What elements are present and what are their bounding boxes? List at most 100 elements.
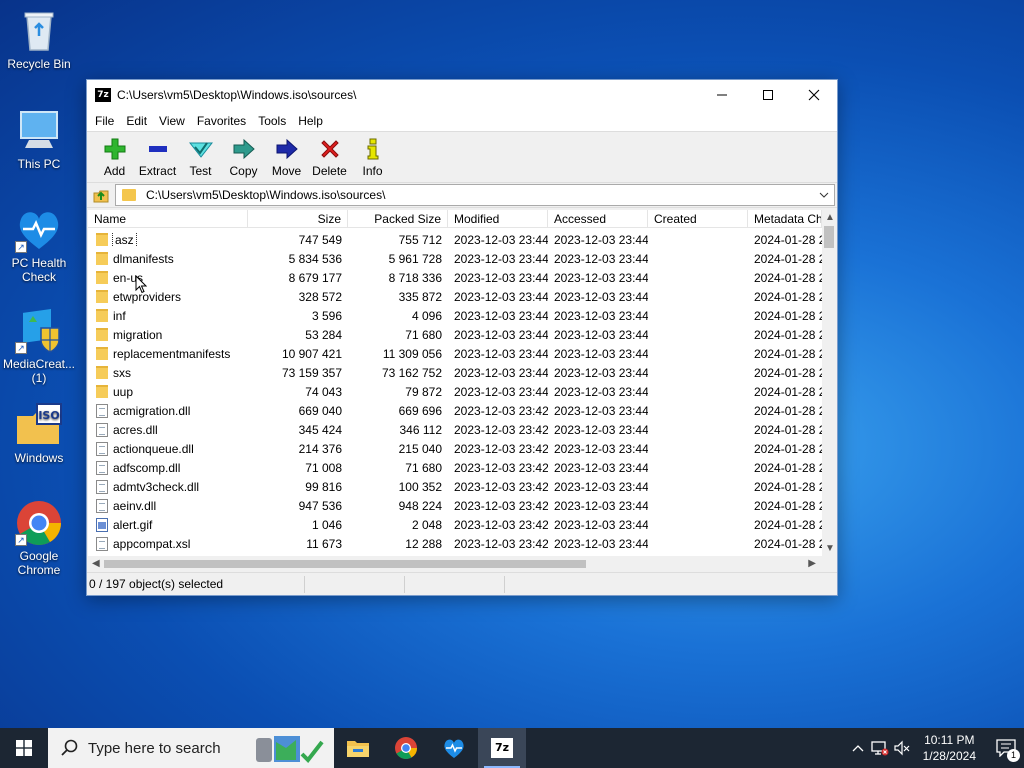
- menu-file[interactable]: File: [89, 114, 120, 128]
- cell-accessed: 2023-12-03 23:44: [554, 384, 648, 399]
- horizontal-scrollbar[interactable]: ◀ ▶: [88, 556, 836, 572]
- folder-icon: [96, 385, 108, 398]
- add-button[interactable]: Add: [93, 132, 136, 180]
- table-row[interactable]: asz 747 549 755 712 2023-12-03 23:44 2023-12…: [88, 230, 822, 249]
- copy-label: Copy: [229, 164, 258, 178]
- cell-name: acres.dll: [88, 422, 248, 437]
- menu-view[interactable]: View: [153, 114, 191, 128]
- volume-button[interactable]: [891, 728, 913, 768]
- delete-label: Delete: [312, 164, 347, 178]
- address-bar[interactable]: C:\Users\vm5\Desktop\Windows.iso\sources…: [115, 184, 835, 206]
- table-row[interactable]: dlmanifests 5 834 536 5 961 728 2023-12-03 …: [88, 249, 822, 268]
- window-titlebar[interactable]: 7z C:\Users\vm5\Desktop\Windows.iso\sour…: [87, 80, 837, 110]
- cell-accessed: 2023-12-03 23:44: [554, 251, 648, 266]
- cell-name: en-us: [88, 271, 248, 285]
- taskbar-chrome[interactable]: [382, 728, 430, 768]
- cell-modified: 2023-12-03 23:44: [454, 270, 548, 285]
- file-list[interactable]: Name Size Packed Size Modified Accessed …: [88, 210, 836, 572]
- cell-modified: 2023-12-03 23:42: [454, 479, 548, 494]
- file-name: inf: [113, 308, 126, 323]
- cell-size: 669 040: [298, 403, 342, 418]
- desktop-icon-mediacreation[interactable]: ↗ MediaCreat... (1): [2, 308, 76, 385]
- cell-metadata-changed: 2024-01-28 2: [754, 327, 822, 342]
- scroll-up-icon[interactable]: ▲: [825, 212, 835, 223]
- taskbar-7zip[interactable]: 7z: [478, 728, 526, 768]
- table-row[interactable]: migration 53 284 71 680 2023-12-03 23:44 202…: [88, 325, 822, 344]
- svg-text:ISO: ISO: [38, 409, 59, 422]
- cell-packed-size: 2 048: [411, 517, 442, 532]
- cell-modified: 2023-12-03 23:44: [454, 346, 548, 361]
- column-accessed[interactable]: Accessed: [548, 210, 648, 227]
- menu-tools[interactable]: Tools: [252, 114, 292, 128]
- folder-icon: [96, 328, 108, 341]
- scroll-right-icon[interactable]: ▶: [808, 558, 816, 569]
- column-modified[interactable]: Modified: [448, 210, 548, 227]
- taskbar-file-explorer[interactable]: [334, 728, 382, 768]
- table-row[interactable]: actionqueue.dll 214 376 215 040 2023-12-03 …: [88, 439, 822, 458]
- delete-button[interactable]: Delete: [308, 132, 351, 180]
- vertical-scrollbar[interactable]: ▲ ▼: [822, 210, 836, 556]
- table-row[interactable]: inf 3 596 4 096 2023-12-03 23:44 2023-12-03 …: [88, 306, 822, 325]
- desktop-icon-label: This PC: [17, 157, 61, 171]
- close-button[interactable]: [791, 80, 837, 110]
- table-row[interactable]: admtv3check.dll 99 816 100 352 2023-12-03 2…: [88, 477, 822, 496]
- start-button[interactable]: [0, 728, 48, 768]
- table-row[interactable]: alert.gif 1 046 2 048 2023-12-03 23:42 2023-…: [88, 515, 822, 534]
- cell-size: 10 907 421: [281, 346, 342, 361]
- table-row[interactable]: acres.dll 345 424 346 112 2023-12-03 23:42 2…: [88, 420, 822, 439]
- desktop-icon-windows[interactable]: ISO Windows: [2, 402, 76, 465]
- file-icon: [96, 498, 108, 513]
- table-row[interactable]: replacementmanifests 10 907 421 11 309 056…: [88, 344, 822, 363]
- chrome-icon: [395, 737, 417, 759]
- desktop-icon-recycle-bin[interactable]: Recycle Bin: [2, 8, 76, 71]
- recycle-bin-icon: [15, 8, 63, 54]
- chevron-down-icon[interactable]: [817, 188, 831, 202]
- column-created[interactable]: Created: [648, 210, 748, 227]
- info-button[interactable]: Info: [351, 132, 394, 180]
- table-row[interactable]: en-us 8 679 177 8 718 336 2023-12-03 23:44 2…: [88, 268, 822, 287]
- horizontal-scroll-thumb[interactable]: [104, 560, 586, 568]
- cell-modified: 2023-12-03 23:44: [454, 384, 548, 399]
- desktop-icon-this-pc[interactable]: This PC: [2, 108, 76, 171]
- menu-help[interactable]: Help: [292, 114, 329, 128]
- table-row[interactable]: adfscomp.dll 71 008 71 680 2023-12-03 23:42…: [88, 458, 822, 477]
- 7zip-app-icon: 7z: [95, 88, 111, 102]
- cell-size: 328 572: [298, 289, 342, 304]
- show-hidden-icons-button[interactable]: [847, 728, 869, 768]
- move-button[interactable]: Move: [265, 132, 308, 180]
- column-size[interactable]: Size: [248, 210, 348, 227]
- scroll-left-icon[interactable]: ◀: [92, 558, 100, 569]
- test-button[interactable]: Test: [179, 132, 222, 180]
- menu-favorites[interactable]: Favorites: [191, 114, 252, 128]
- table-row[interactable]: sxs 73 159 357 73 162 752 2023-12-03 23:44 2…: [88, 363, 822, 382]
- file-name: sxs: [113, 365, 131, 380]
- copy-button[interactable]: Copy: [222, 132, 265, 180]
- desktop-icon-label: PC Health Check: [11, 256, 67, 284]
- notification-center-button[interactable]: 1: [988, 728, 1024, 768]
- table-row[interactable]: appcompat.xsl 11 673 12 288 2023-12-03 23:4…: [88, 534, 822, 553]
- extract-button[interactable]: Extract: [136, 132, 179, 180]
- maximize-button[interactable]: [745, 80, 791, 110]
- menu-edit[interactable]: Edit: [120, 114, 153, 128]
- vertical-scroll-thumb[interactable]: [824, 226, 834, 248]
- column-metadata-changed[interactable]: Metadata Ch: [748, 210, 822, 227]
- desktop-icon-pc-health-check[interactable]: ↗ PC Health Check: [2, 207, 76, 284]
- taskbar-clock[interactable]: 10:11 PM 1/28/2024: [923, 732, 976, 764]
- column-packed-size[interactable]: Packed Size: [348, 210, 448, 227]
- desktop-icon-google-chrome[interactable]: ↗ Google Chrome: [2, 500, 76, 577]
- table-row[interactable]: etwproviders 328 572 335 872 2023-12-03 23:…: [88, 287, 822, 306]
- column-name[interactable]: Name: [88, 210, 248, 227]
- minimize-button[interactable]: [699, 80, 745, 110]
- file-name: admtv3check.dll: [113, 479, 200, 494]
- network-button[interactable]: [869, 728, 891, 768]
- selection-status: 0 / 197 object(s) selected: [87, 575, 305, 593]
- 7zip-icon: 7z: [491, 738, 513, 758]
- table-row[interactable]: aeinv.dll 947 536 948 224 2023-12-03 23:42 2…: [88, 496, 822, 515]
- scroll-down-icon[interactable]: ▼: [825, 543, 835, 554]
- up-folder-button[interactable]: [87, 183, 115, 207]
- table-row[interactable]: acmigration.dll 669 040 669 696 2023-12-03 …: [88, 401, 822, 420]
- table-row[interactable]: uup 74 043 79 872 2023-12-03 23:44 2023-12-0…: [88, 382, 822, 401]
- taskbar-search-box[interactable]: Type here to search: [48, 728, 334, 768]
- taskbar-pc-health-check[interactable]: [430, 728, 478, 768]
- file-name: actionqueue.dll: [113, 441, 194, 456]
